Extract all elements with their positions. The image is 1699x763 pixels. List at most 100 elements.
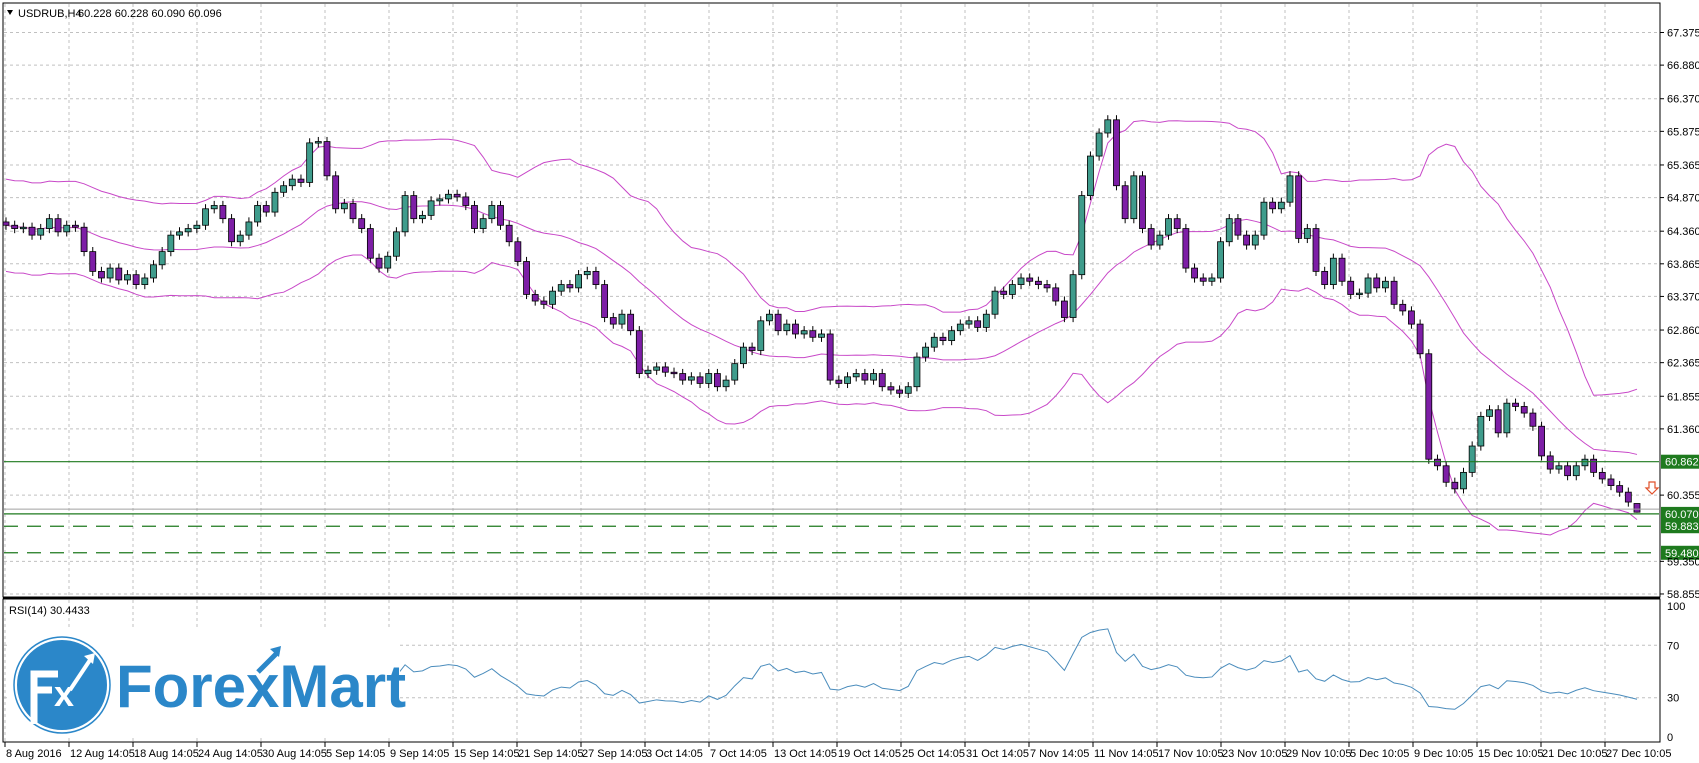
candle-bear: [410, 195, 418, 220]
candle-bull: [852, 373, 860, 378]
time-axis: 8 Aug 2016 12 Aug 14:05 18 Aug 14:05 24 Aug…: [4, 742, 1671, 760]
level-price-label: 60.862: [1665, 457, 1699, 469]
candle-bull: [1303, 228, 1311, 239]
x-tick-label: 3 Oct 14:05: [646, 748, 703, 760]
rsi-tick-label: 0: [1667, 732, 1673, 744]
x-tick-label: 29 Nov 10:05: [1286, 748, 1351, 760]
price-chart[interactable]: 60.86260.07059.88359.480 67.37566.88066.…: [0, 0, 1699, 763]
candle-bull: [818, 333, 825, 338]
candle-bull: [1078, 195, 1086, 276]
candle-bear: [1182, 228, 1190, 269]
candle-bear: [627, 313, 635, 332]
candle-bear: [262, 205, 270, 213]
x-tick-label: 23 Nov 10:05: [1222, 748, 1287, 760]
candle-bear: [323, 141, 331, 177]
candle-bear: [98, 270, 105, 279]
forexmart-logo: x ForexMart: [10, 630, 406, 738]
candle-bear: [1390, 280, 1398, 305]
candle-bear: [523, 261, 530, 295]
level-price-label: 60.070: [1665, 509, 1699, 521]
candle-bull: [1104, 119, 1112, 134]
candle-bear: [878, 373, 886, 388]
main-panel-frame: [2, 2, 1661, 598]
candle-bear: [713, 373, 721, 388]
x-tick-label: 24 Aug 14:05: [198, 748, 263, 760]
candle-bear: [1000, 290, 1008, 295]
bollinger-bands: [5, 120, 1638, 536]
ohlc-readout: 60.228 60.228 60.090 60.096: [78, 8, 222, 20]
candle-bear: [1026, 277, 1034, 282]
candle-bull: [800, 330, 808, 335]
candle-bear: [375, 257, 383, 269]
x-tick-label: 27 Sep 14:05: [582, 748, 647, 760]
candle-bear: [115, 267, 123, 281]
candle-bull: [583, 270, 591, 276]
candle-bull: [1486, 409, 1493, 417]
y-tick-label: 65.365: [1667, 160, 1699, 172]
candle-bull: [124, 274, 131, 281]
candle-bull: [549, 290, 556, 305]
candle-bull: [1382, 280, 1389, 289]
candle-bull: [193, 224, 201, 229]
candle-bull: [844, 376, 851, 384]
candle-bull: [1329, 257, 1337, 285]
candle-bull: [1017, 277, 1025, 285]
candle-bull: [982, 313, 990, 328]
candle-bull: [63, 224, 71, 233]
candle-bear: [1139, 175, 1146, 229]
candle-bull: [1364, 277, 1372, 294]
candle-bull: [913, 356, 921, 388]
candle-bull: [1468, 445, 1476, 473]
rsi-tick-label: 100: [1667, 601, 1685, 613]
y-tick-label: 60.355: [1667, 490, 1699, 502]
candle-bear: [670, 371, 678, 375]
y-tick-label: 64.360: [1667, 226, 1699, 238]
candle-bull: [384, 255, 392, 269]
candle-bull: [687, 376, 695, 381]
x-tick-label: 7 Nov 14:05: [1030, 748, 1089, 760]
candle-bull: [106, 267, 114, 279]
candle-bull: [904, 386, 912, 394]
candle-bear: [748, 346, 756, 351]
candle-bear: [1191, 267, 1198, 279]
candle-bull: [288, 178, 296, 187]
y-tick-label: 63.370: [1667, 291, 1699, 303]
candle-bull: [210, 205, 218, 210]
candle-bull: [314, 141, 322, 144]
candle-bull: [1008, 284, 1016, 295]
candle-bear: [1564, 465, 1571, 477]
candle-bull: [427, 200, 435, 216]
x-tick-label: 8 Aug 2016: [6, 748, 62, 760]
candle-bear: [792, 323, 799, 335]
candle-bear: [974, 320, 982, 328]
candle-bear: [1173, 218, 1181, 229]
triangle-down-icon[interactable]: [7, 10, 13, 15]
candle-bear: [1373, 277, 1381, 289]
candle-bear: [1434, 458, 1441, 467]
candle-bull: [419, 214, 426, 220]
candle-bull: [653, 366, 661, 371]
candle-bull: [158, 251, 166, 266]
candle-bull: [1477, 415, 1485, 447]
candle-bear: [2, 221, 10, 226]
x-tick-label: 12 Aug 14:05: [70, 748, 135, 760]
candle-bear: [896, 389, 903, 394]
candles: [2, 115, 1641, 513]
x-tick-label: 13 Oct 14:05: [774, 748, 837, 760]
candle-bull: [1260, 201, 1268, 236]
price-axis: 67.375 66.880 66.370 65.875 65.365 64.870 64.3…: [1660, 28, 1699, 744]
sell-arrow-down-icon: [1644, 481, 1660, 495]
candle-bull: [1165, 218, 1172, 236]
candle-bull: [557, 284, 565, 292]
candle-bear: [1538, 425, 1545, 457]
candle-bull: [150, 264, 157, 279]
x-tick-label: 15 Dec 10:05: [1478, 748, 1543, 760]
candle-bear: [826, 333, 834, 381]
x-tick-label: 30 Aug 14:05: [262, 748, 327, 760]
candle-bear: [1616, 485, 1624, 493]
y-tick-label: 62.365: [1667, 358, 1699, 370]
candle-bear: [505, 224, 513, 243]
candle-bull: [618, 313, 626, 325]
candle-bear: [540, 300, 548, 305]
candle-bear: [1043, 284, 1051, 289]
